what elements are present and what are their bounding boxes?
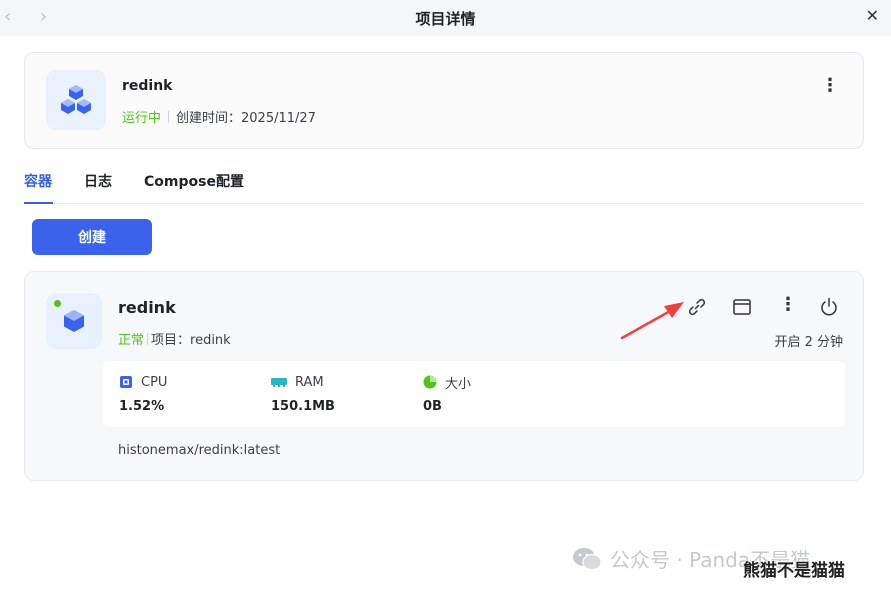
- project-created: 创建时间：2025/11/27: [176, 111, 316, 126]
- console-button[interactable]: [731, 296, 753, 318]
- tab-logs[interactable]: 日志: [84, 171, 112, 191]
- more-icon[interactable]: ⋮: [777, 294, 799, 316]
- window-icon: [733, 299, 751, 315]
- cube-icon: [64, 310, 84, 332]
- annotation-arrow: [620, 302, 684, 340]
- stat-label: CPU: [141, 374, 168, 390]
- tab-compose-config[interactable]: Compose配置: [144, 171, 244, 191]
- project-status: 运行中: [122, 111, 162, 126]
- title-bar: ‹ › 项目详情 ✕: [0, 0, 891, 36]
- container-meta: 正常 项目：redink: [118, 329, 231, 348]
- container-project: 项目：redink: [151, 333, 231, 348]
- stat-value: 0B: [423, 399, 442, 414]
- uptime-text: 开启 2 分钟: [774, 335, 843, 350]
- project-icon: [46, 70, 106, 130]
- power-button[interactable]: [818, 296, 840, 318]
- stat-cpu: CPU 1.52%: [119, 373, 168, 415]
- memory-icon: [271, 378, 287, 387]
- create-button[interactable]: 创建: [32, 219, 152, 255]
- link-button[interactable]: [686, 296, 708, 318]
- active-tab-indicator: [24, 202, 53, 204]
- container-card: redink 正常 项目：redink ⋮ 开启 2 分钟 CPU 1.52% …: [24, 271, 864, 481]
- project-meta: 运行中 创建时间：2025/11/27: [122, 107, 316, 126]
- stat-value: 1.52%: [119, 399, 165, 414]
- running-status-dot: [54, 300, 61, 307]
- tab-bar: 容器 日志 Compose配置: [24, 158, 864, 204]
- stats-panel: CPU 1.52% RAM 150.1MB 大小 0B: [103, 361, 845, 427]
- project-card: redink 运行中 创建时间：2025/11/27 ⋮: [24, 52, 864, 149]
- divider: [168, 111, 170, 123]
- container-status: 正常: [118, 333, 145, 348]
- tab-containers[interactable]: 容器: [24, 171, 52, 191]
- project-name: redink: [122, 78, 173, 94]
- power-icon: [821, 297, 837, 316]
- cpu-icon: [120, 376, 132, 388]
- watermark-overlay: 熊猫不是猫猫: [743, 561, 845, 581]
- more-icon[interactable]: ⋮: [821, 77, 839, 95]
- image-tag: histonemax/redink:latest: [118, 443, 281, 458]
- cubes-icon: [61, 85, 91, 114]
- stat-ram: RAM 150.1MB: [271, 373, 335, 414]
- pie-chart-icon: [423, 375, 437, 389]
- window-title: 项目详情: [415, 10, 476, 28]
- stat-value: 150.1MB: [271, 399, 335, 414]
- stat-label: 大小: [445, 376, 472, 392]
- close-icon[interactable]: ✕: [866, 6, 879, 26]
- divider: [147, 333, 149, 345]
- wechat-icon: [573, 547, 602, 570]
- stat-size: 大小 0B: [423, 373, 471, 414]
- stat-label: RAM: [295, 374, 324, 390]
- container-name: redink: [118, 298, 176, 317]
- link-icon: [688, 298, 706, 316]
